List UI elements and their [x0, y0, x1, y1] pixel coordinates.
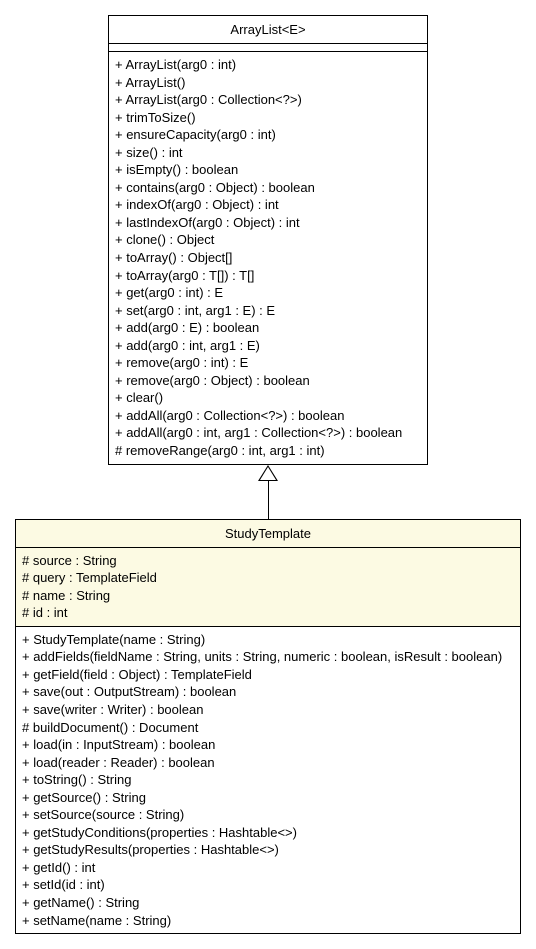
operation: + clear() [115, 389, 421, 407]
class-studytemplate: StudyTemplate # source : String# query :… [15, 519, 521, 934]
operation: + toArray(arg0 : T[]) : T[] [115, 267, 421, 285]
operation: + getId() : int [22, 859, 514, 877]
operation: + addAll(arg0 : Collection<?>) : boolean [115, 407, 421, 425]
operation: + get(arg0 : int) : E [115, 284, 421, 302]
operation: + isEmpty() : boolean [115, 161, 421, 179]
operation: # buildDocument() : Document [22, 719, 514, 737]
class-title: ArrayList<E> [109, 16, 427, 44]
operation: + setSource(source : String) [22, 806, 514, 824]
operation: + trimToSize() [115, 109, 421, 127]
operation: + ensureCapacity(arg0 : int) [115, 126, 421, 144]
operation: + ArrayList(arg0 : Collection<?>) [115, 91, 421, 109]
operation: + contains(arg0 : Object) : boolean [115, 179, 421, 197]
operation: + getStudyResults(properties : Hashtable… [22, 841, 514, 859]
operation: + size() : int [115, 144, 421, 162]
operation: + getSource() : String [22, 789, 514, 807]
operation: + ArrayList() [115, 74, 421, 92]
operation: + addAll(arg0 : int, arg1 : Collection<?… [115, 424, 421, 442]
operation: + ArrayList(arg0 : int) [115, 56, 421, 74]
class-title: StudyTemplate [16, 520, 520, 548]
operation: + toString() : String [22, 771, 514, 789]
generalization-connector [15, 465, 521, 519]
attribute: # query : TemplateField [22, 569, 514, 587]
parent-class-wrap: ArrayList<E> + ArrayList(arg0 : int)+ Ar… [15, 15, 521, 465]
generalization-arrowhead-icon [258, 465, 278, 481]
operation: + addFields(fieldName : String, units : … [22, 648, 514, 666]
attribute: # name : String [22, 587, 514, 605]
operation: # removeRange(arg0 : int, arg1 : int) [115, 442, 421, 460]
operation: + clone() : Object [115, 231, 421, 249]
attribute: # source : String [22, 552, 514, 570]
operation: + setName(name : String) [22, 912, 514, 930]
operation: + save(out : OutputStream) : boolean [22, 683, 514, 701]
class-arraylist: ArrayList<E> + ArrayList(arg0 : int)+ Ar… [108, 15, 428, 465]
operation: + getField(field : Object) : TemplateFie… [22, 666, 514, 684]
connector-line [268, 481, 269, 519]
operation: + indexOf(arg0 : Object) : int [115, 196, 421, 214]
operation: + lastIndexOf(arg0 : Object) : int [115, 214, 421, 232]
operation: + set(arg0 : int, arg1 : E) : E [115, 302, 421, 320]
operation: + add(arg0 : E) : boolean [115, 319, 421, 337]
operation: + remove(arg0 : int) : E [115, 354, 421, 372]
attributes-compartment: # source : String# query : TemplateField… [16, 548, 520, 627]
operation: + add(arg0 : int, arg1 : E) [115, 337, 421, 355]
attributes-compartment-empty [109, 44, 427, 52]
operation: + getName() : String [22, 894, 514, 912]
operation: + setId(id : int) [22, 876, 514, 894]
operation: + remove(arg0 : Object) : boolean [115, 372, 421, 390]
operations-compartment: + ArrayList(arg0 : int)+ ArrayList()+ Ar… [109, 52, 427, 464]
operation: + save(writer : Writer) : boolean [22, 701, 514, 719]
operation: + StudyTemplate(name : String) [22, 631, 514, 649]
attribute: # id : int [22, 604, 514, 622]
operations-compartment: + StudyTemplate(name : String)+ addField… [16, 627, 520, 933]
operation: + getStudyConditions(properties : Hashta… [22, 824, 514, 842]
operation: + load(reader : Reader) : boolean [22, 754, 514, 772]
uml-diagram: ArrayList<E> + ArrayList(arg0 : int)+ Ar… [15, 15, 521, 934]
operation: + toArray() : Object[] [115, 249, 421, 267]
operation: + load(in : InputStream) : boolean [22, 736, 514, 754]
